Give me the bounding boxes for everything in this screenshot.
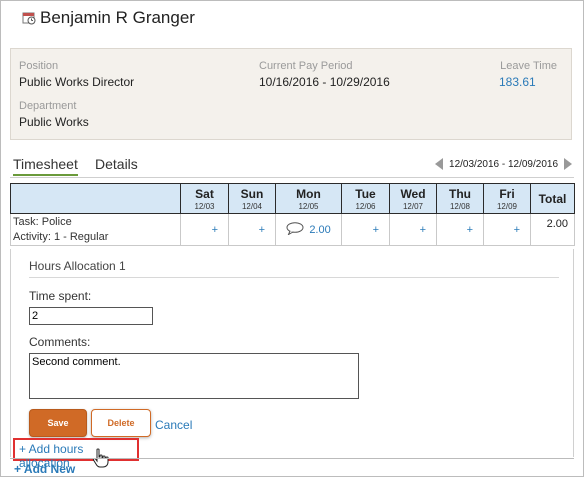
- column-header-total: Total: [530, 183, 575, 214]
- next-week-arrow-icon[interactable]: [564, 158, 572, 170]
- add-hours-thu-button[interactable]: +: [437, 224, 483, 236]
- hours-allocation-panel: Hours Allocation 1 Time spent: Comments:…: [10, 249, 574, 457]
- add-new-link[interactable]: + Add New: [14, 462, 75, 476]
- leave-time-label: Leave Time: [500, 60, 557, 72]
- task-cell: Task: Police Activity: 1 - Regular: [10, 213, 181, 246]
- employee-info-panel: Position Public Works Director Current P…: [10, 48, 572, 140]
- table-header-row: Sat 12/03 Sun 12/04 Mon 12/05 Tue 12/06 Wed 1…: [10, 183, 575, 214]
- column-header-tue: Tue 12/06: [341, 183, 390, 214]
- hours-cell-sun: +: [228, 213, 276, 246]
- row-total: 2.00: [530, 213, 575, 246]
- table-row: Task: Police Activity: 1 - Regular + + 2…: [10, 213, 575, 246]
- time-spent-input[interactable]: [29, 307, 153, 325]
- allocation-title: Hours Allocation 1: [29, 259, 126, 273]
- prev-week-arrow-icon[interactable]: [435, 158, 444, 170]
- column-header-mon: Mon 12/05: [275, 183, 342, 214]
- add-hours-wed-button[interactable]: +: [390, 224, 436, 236]
- comment-bubble-icon[interactable]: [286, 221, 304, 238]
- tab-details[interactable]: Details: [95, 156, 138, 172]
- hours-value-mon[interactable]: 2.00: [309, 223, 330, 235]
- task-label: Task: Police: [13, 215, 72, 228]
- hours-cell-mon: 2.00: [275, 213, 342, 246]
- timesheet-table: Sat 12/03 Sun 12/04 Mon 12/05 Tue 12/06 Wed 1…: [10, 183, 575, 246]
- bottom-divider: [10, 458, 574, 459]
- allocation-divider: [29, 277, 559, 278]
- hours-cell-fri: +: [483, 213, 531, 246]
- department-value: Public Works: [19, 115, 89, 129]
- tab-timesheet[interactable]: Timesheet: [13, 156, 78, 176]
- department-label: Department: [19, 100, 77, 112]
- tab-bar: Timesheet Details 12/03/2016 - 12/09/201…: [10, 152, 574, 178]
- column-header-thu: Thu 12/08: [436, 183, 484, 214]
- employee-name: Benjamin R Granger: [40, 8, 195, 27]
- week-range: 12/03/2016 - 12/09/2016: [449, 158, 558, 170]
- add-hours-fri-button[interactable]: +: [484, 224, 530, 236]
- add-hours-sun-button[interactable]: +: [229, 224, 275, 236]
- hours-cell-wed: +: [389, 213, 437, 246]
- calendar-clock-icon: [22, 11, 36, 25]
- column-header-sun: Sun 12/04: [228, 183, 276, 214]
- comments-label: Comments:: [29, 335, 91, 349]
- time-spent-label: Time spent:: [29, 289, 92, 303]
- position-label: Position: [19, 60, 59, 72]
- hand-cursor-icon: [92, 448, 110, 473]
- employee-header: Benjamin R Granger: [22, 7, 195, 29]
- column-header-fri: Fri 12/09: [483, 183, 531, 214]
- add-hours-tue-button[interactable]: +: [342, 224, 389, 236]
- hours-cell-sat: +: [180, 213, 229, 246]
- delete-button[interactable]: Delete: [91, 409, 151, 437]
- save-button[interactable]: Save: [29, 409, 87, 437]
- cancel-link[interactable]: Cancel: [155, 418, 192, 432]
- add-hours-sat-button[interactable]: +: [181, 224, 228, 236]
- column-header-sat: Sat 12/03: [180, 183, 229, 214]
- hours-cell-tue: +: [341, 213, 390, 246]
- pay-period-label: Current Pay Period: [259, 60, 353, 72]
- comments-textarea[interactable]: Second comment.: [29, 353, 359, 399]
- leave-time-value[interactable]: 183.61: [499, 75, 536, 89]
- position-value: Public Works Director: [19, 75, 135, 89]
- week-navigator: 12/03/2016 - 12/09/2016: [435, 158, 572, 170]
- task-column-header: [10, 183, 181, 214]
- activity-label: Activity: 1 - Regular: [13, 230, 109, 243]
- hours-cell-thu: +: [436, 213, 484, 246]
- column-header-wed: Wed 12/07: [389, 183, 437, 214]
- pay-period-value: 10/16/2016 - 10/29/2016: [259, 75, 390, 89]
